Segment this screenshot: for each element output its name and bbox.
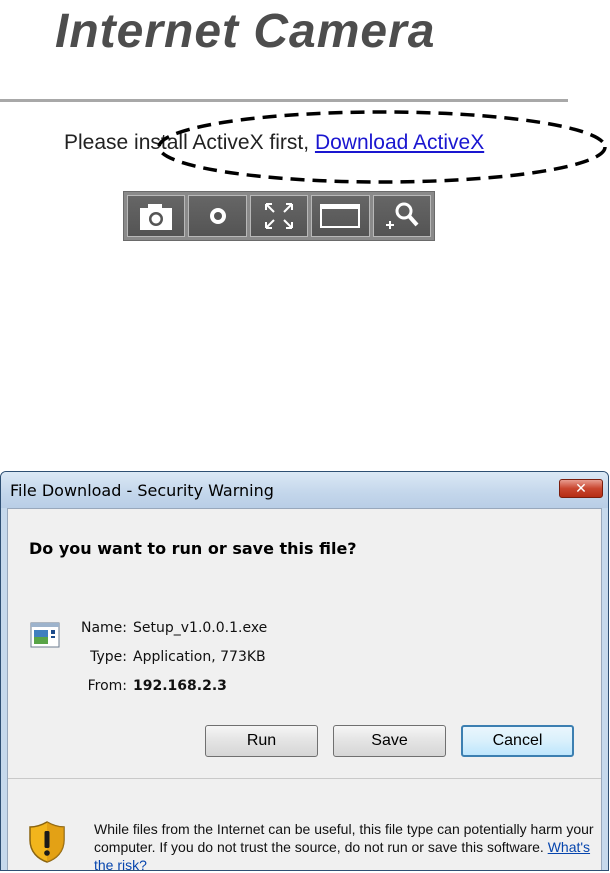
fullscreen-icon bbox=[265, 203, 294, 229]
dialog-titlebar[interactable]: File Download - Security Warning ✕ bbox=[1, 472, 608, 508]
type-label: Type: bbox=[90, 649, 127, 665]
close-button[interactable]: ✕ bbox=[559, 479, 603, 498]
run-button[interactable]: Run bbox=[205, 725, 318, 757]
name-label: Name: bbox=[80, 620, 127, 636]
close-icon: ✕ bbox=[575, 480, 587, 497]
cancel-button[interactable]: Cancel bbox=[461, 725, 574, 757]
zoom-icon bbox=[385, 202, 419, 229]
zoom-button[interactable] bbox=[372, 195, 432, 237]
warning-message: While files from the Internet can be use… bbox=[94, 820, 594, 870]
snapshot-button[interactable] bbox=[127, 195, 186, 237]
camera-toolbar bbox=[123, 191, 435, 241]
warning-text: While files from the Internet can be use… bbox=[94, 821, 594, 855]
file-download-dialog: File Download - Security Warning ✕ Do yo… bbox=[0, 471, 609, 871]
dialog-question: Do you want to run or save this file? bbox=[29, 539, 357, 558]
window-icon bbox=[320, 204, 361, 228]
window-button[interactable] bbox=[311, 195, 370, 237]
file-name-value: Setup_v1.0.0.1.exe bbox=[133, 620, 268, 636]
dialog-separator bbox=[8, 778, 601, 779]
dialog-title: File Download - Security Warning bbox=[10, 481, 274, 500]
file-type-value: Application, 773KB bbox=[133, 649, 266, 665]
camera-icon bbox=[140, 204, 173, 230]
record-button[interactable] bbox=[188, 195, 247, 237]
file-source-value: 192.168.2.3 bbox=[133, 678, 227, 694]
save-button[interactable]: Save bbox=[333, 725, 446, 757]
record-icon bbox=[209, 208, 226, 224]
highlight-ellipse bbox=[157, 110, 607, 184]
page-title: Internet Camera bbox=[55, 5, 436, 58]
shield-warning-icon bbox=[29, 821, 65, 863]
dialog-body: Do you want to run or save this file? Na… bbox=[7, 508, 602, 870]
from-label: From: bbox=[87, 678, 127, 694]
title-divider bbox=[0, 99, 568, 102]
fullscreen-button[interactable] bbox=[249, 195, 309, 237]
